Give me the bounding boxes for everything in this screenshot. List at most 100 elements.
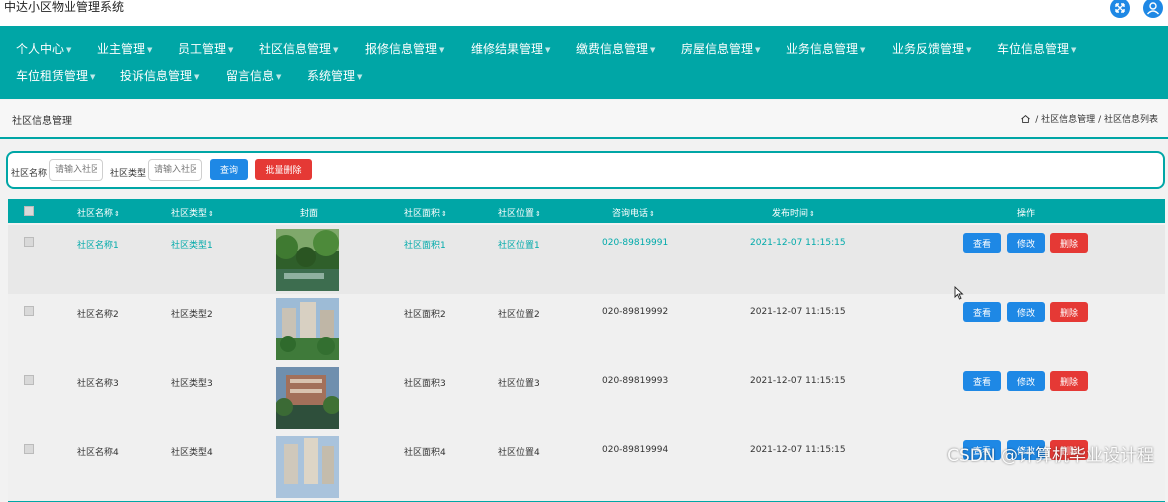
cell-location: 社区位置2: [498, 310, 540, 320]
cell-location: 社区位置4: [498, 448, 540, 458]
cell-time: 2021-12-07 11:15:15: [750, 376, 846, 386]
chevron-down-icon: ▼: [357, 73, 363, 81]
nav-item-parking-info[interactable]: 车位信息管理 ▼: [997, 41, 1076, 58]
delete-button[interactable]: 删除: [1050, 371, 1088, 391]
cell-type: 社区类型4: [171, 448, 213, 458]
column-header-type[interactable]: 社区类型⇕: [171, 206, 214, 219]
nav-item-personal-center[interactable]: 个人中心 ▼: [16, 41, 71, 58]
view-button[interactable]: 查看: [963, 302, 1001, 322]
table-row: 社区名称3 社区类型3 社区面积3 社区位置3 020-89819993 202…: [8, 363, 1165, 433]
cell-area: 社区面积1: [404, 241, 446, 251]
sort-icon: ⇕: [114, 210, 120, 218]
column-header-area[interactable]: 社区面积⇕: [404, 206, 447, 219]
column-header-time[interactable]: 发布时间⇕: [772, 206, 815, 219]
chevron-down-icon: ▼: [545, 46, 551, 54]
chevron-down-icon: ▼: [1071, 46, 1077, 54]
column-header-name[interactable]: 社区名称⇕: [77, 206, 120, 219]
edit-button[interactable]: 修改: [1007, 371, 1045, 391]
nav-item-business[interactable]: 业务信息管理 ▼: [786, 41, 865, 58]
nav-item-community[interactable]: 社区信息管理 ▼: [259, 41, 338, 58]
nav-item-house[interactable]: 房屋信息管理 ▼: [681, 41, 760, 58]
nav-item-payment[interactable]: 缴费信息管理 ▼: [576, 41, 655, 58]
page-header: 社区信息管理 / 社区信息管理 / 社区信息列表: [0, 100, 1168, 139]
chevron-down-icon: ▼: [194, 73, 200, 81]
nav-item-repair[interactable]: 报修信息管理 ▼: [365, 41, 444, 58]
sort-icon: ⇕: [208, 210, 214, 218]
community-name-input[interactable]: [49, 159, 103, 181]
mouse-cursor-icon: [954, 286, 964, 300]
breadcrumb-item-community[interactable]: 社区信息管理: [1041, 115, 1095, 125]
edit-button[interactable]: 修改: [1007, 233, 1045, 253]
row-checkbox[interactable]: [24, 444, 34, 454]
nav-item-complaint[interactable]: 投诉信息管理 ▼: [120, 68, 199, 85]
cover-image: [276, 436, 339, 498]
nav-item-staff[interactable]: 员工管理 ▼: [178, 41, 233, 58]
cell-area: 社区面积2: [404, 310, 446, 320]
view-button[interactable]: 查看: [963, 371, 1001, 391]
row-checkbox[interactable]: [24, 306, 34, 316]
delete-button[interactable]: 删除: [1050, 302, 1088, 322]
top-bar: 中达小区物业管理系统: [0, 0, 1168, 26]
home-icon[interactable]: [1021, 115, 1031, 123]
view-button[interactable]: 查看: [963, 233, 1001, 253]
app-title: 中达小区物业管理系统: [4, 0, 125, 14]
cell-name: 社区名称3: [77, 379, 119, 389]
cell-type: 社区类型1: [171, 241, 213, 251]
user-icon[interactable]: [1143, 0, 1163, 18]
sort-icon: ⇕: [649, 210, 655, 218]
table-row: 社区名称1 社区类型1 社区面积1 社区位置1 020-89819991 202…: [8, 225, 1165, 295]
nav-item-business-feedback[interactable]: 业务反馈管理 ▼: [892, 41, 971, 58]
sort-icon: ⇕: [535, 210, 541, 218]
cell-area: 社区面积4: [404, 448, 446, 458]
query-button[interactable]: 查询: [210, 159, 248, 180]
column-header-actions: 操作: [1017, 209, 1036, 219]
cell-phone: 020-89819992: [602, 307, 669, 317]
row-checkbox[interactable]: [24, 237, 34, 247]
cell-time: 2021-12-07 11:15:15: [750, 445, 846, 455]
breadcrumb-separator: /: [1098, 115, 1102, 125]
edit-button[interactable]: 修改: [1007, 302, 1045, 322]
chevron-down-icon: ▼: [66, 46, 72, 54]
table-header: 社区名称⇕ 社区类型⇕ 封面 社区面积⇕ 社区位置⇕ 咨询电话⇕ 发布时间⇕ 操…: [8, 199, 1165, 223]
batch-delete-button[interactable]: 批量删除: [255, 159, 312, 180]
nav-item-message[interactable]: 留言信息 ▼: [226, 68, 281, 85]
cover-image: [276, 298, 339, 360]
cell-time: 2021-12-07 11:15:15: [750, 238, 846, 248]
chevron-down-icon: ▼: [147, 46, 153, 54]
nav-item-repair-result[interactable]: 维修结果管理 ▼: [471, 41, 550, 58]
chevron-down-icon: ▼: [966, 46, 972, 54]
select-all-checkbox[interactable]: [24, 206, 34, 216]
cover-image: [276, 367, 339, 429]
cell-phone: 020-89819994: [602, 445, 669, 455]
sort-icon: ⇕: [809, 210, 815, 218]
chevron-down-icon: ▼: [439, 46, 445, 54]
column-header-cover: 封面: [300, 209, 319, 219]
search-panel: 社区名称 社区类型 查询 批量删除: [6, 151, 1165, 189]
cell-phone: 020-89819991: [602, 238, 669, 248]
chevron-down-icon: ▼: [333, 46, 339, 54]
cell-name: 社区名称2: [77, 310, 119, 320]
row-checkbox[interactable]: [24, 375, 34, 385]
table-row: 社区名称2 社区类型2 社区面积2 社区位置2 020-89819992 202…: [8, 294, 1165, 364]
cell-location: 社区位置3: [498, 379, 540, 389]
page-title: 社区信息管理: [12, 116, 72, 127]
community-type-input[interactable]: [148, 159, 202, 181]
nav-item-system[interactable]: 系统管理 ▼: [307, 68, 362, 85]
column-header-phone[interactable]: 咨询电话⇕: [612, 206, 655, 219]
nav-item-owner[interactable]: 业主管理 ▼: [97, 41, 152, 58]
column-header-location[interactable]: 社区位置⇕: [498, 206, 541, 219]
fullscreen-icon[interactable]: [1110, 0, 1130, 18]
cell-phone: 020-89819993: [602, 376, 669, 386]
chevron-down-icon: ▼: [90, 73, 96, 81]
breadcrumb-separator: /: [1035, 115, 1039, 125]
nav-item-parking-rental[interactable]: 车位租赁管理 ▼: [16, 68, 95, 85]
breadcrumb: / 社区信息管理 / 社区信息列表: [1021, 112, 1158, 125]
cell-type: 社区类型3: [171, 379, 213, 389]
cell-time: 2021-12-07 11:15:15: [750, 307, 846, 317]
chevron-down-icon: ▼: [755, 46, 761, 54]
cell-name: 社区名称4: [77, 448, 119, 458]
cell-name: 社区名称1: [77, 241, 119, 251]
delete-button[interactable]: 删除: [1050, 233, 1088, 253]
breadcrumb-item-list: 社区信息列表: [1103, 115, 1158, 125]
chevron-down-icon: ▼: [650, 46, 656, 54]
